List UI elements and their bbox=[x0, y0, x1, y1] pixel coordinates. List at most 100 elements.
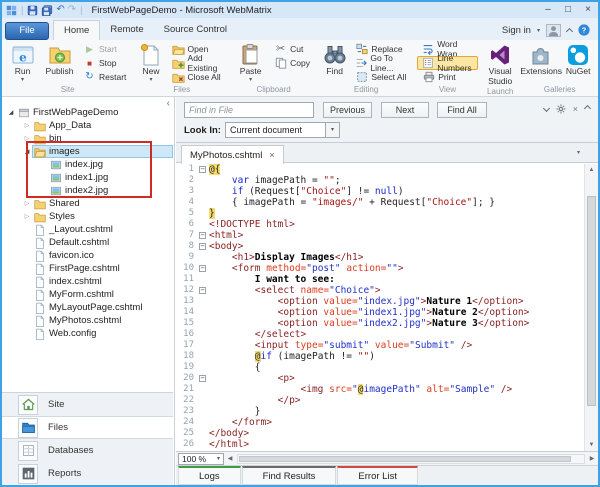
sign-in-dropdown-icon[interactable]: ▾ bbox=[537, 27, 540, 34]
tree-item-index-cshtml[interactable]: index.cshtml bbox=[2, 275, 173, 288]
close-all-button[interactable]: Close All bbox=[167, 70, 229, 84]
tree-item-firstpage-cshtml[interactable]: FirstPage.cshtml bbox=[2, 262, 173, 275]
fold-collapse-icon[interactable]: − bbox=[198, 373, 209, 384]
find-button[interactable]: Find bbox=[319, 41, 350, 77]
tree-item-myphotos-cshtml[interactable]: MyPhotos.cshtml bbox=[2, 314, 173, 327]
print-button[interactable]: Print bbox=[417, 70, 477, 84]
select-all-button[interactable]: Select All bbox=[350, 70, 413, 84]
maximize-button[interactable]: □ bbox=[558, 3, 578, 17]
line-numbers-button[interactable]: Line Numbers bbox=[417, 56, 477, 70]
horizontal-scrollbar[interactable] bbox=[237, 454, 585, 464]
save-icon[interactable] bbox=[27, 5, 38, 16]
previous-button[interactable]: Previous bbox=[323, 102, 372, 118]
panel-tab-logs[interactable]: Logs bbox=[178, 466, 241, 485]
tree-item-myform-cshtml[interactable]: MyForm.cshtml bbox=[2, 288, 173, 301]
tree-item-mylayoutpage-cshtml[interactable]: MyLayoutPage.cshtml bbox=[2, 301, 173, 314]
save-all-icon[interactable] bbox=[41, 5, 53, 16]
copy-button[interactable]: Copy bbox=[269, 56, 315, 70]
horizontal-scrollbar-thumb[interactable] bbox=[239, 456, 571, 462]
nuget-button[interactable]: NuGet bbox=[560, 41, 597, 77]
workspace-reports[interactable]: Reports bbox=[2, 462, 173, 485]
redo-icon[interactable]: ↷ bbox=[68, 5, 76, 15]
fold-collapse-icon[interactable]: − bbox=[198, 164, 209, 175]
publish-button[interactable]: Publish bbox=[41, 41, 78, 77]
workspace-databases[interactable]: Databases bbox=[2, 439, 173, 462]
close-find-bar-icon[interactable]: × bbox=[573, 104, 578, 114]
new-button[interactable]: New▾ bbox=[135, 41, 166, 84]
tree-item-index-jpg[interactable]: index.jpg bbox=[2, 158, 173, 171]
user-avatar[interactable] bbox=[546, 24, 561, 37]
ribbon-tab-source-control[interactable]: Source Control bbox=[154, 20, 237, 40]
help-icon[interactable]: ? bbox=[578, 24, 590, 36]
expander-closed-icon[interactable]: ▷ bbox=[22, 213, 32, 220]
scroll-down-icon[interactable]: ▼ bbox=[585, 439, 598, 451]
undo-icon[interactable]: ↶ bbox=[56, 5, 64, 15]
vertical-scrollbar[interactable]: ▲ ▼ bbox=[584, 164, 598, 451]
fold-minus-icon[interactable]: − bbox=[199, 375, 206, 382]
fold-minus-icon[interactable]: − bbox=[199, 287, 206, 294]
expander-open-icon[interactable]: ◢ bbox=[22, 148, 32, 155]
zoom-dropdown-icon[interactable]: ▾ bbox=[217, 455, 223, 462]
expander-closed-icon[interactable]: ▷ bbox=[22, 135, 32, 142]
workspace-files[interactable]: Files bbox=[2, 416, 173, 439]
ribbon-tab-home[interactable]: Home bbox=[53, 20, 100, 40]
tree-item-index1-jpg[interactable]: index1.jpg bbox=[2, 171, 173, 184]
ribbon-tab-remote[interactable]: Remote bbox=[100, 20, 153, 40]
scroll-up-icon[interactable]: ▲ bbox=[585, 164, 598, 176]
dropdown-icon[interactable]: ▾ bbox=[21, 77, 24, 84]
expander-open-icon[interactable]: ◢ bbox=[6, 109, 16, 116]
tree-item-firstwebpagedemo[interactable]: ◢FirstWebPageDemo bbox=[2, 106, 173, 119]
fold-minus-icon[interactable]: − bbox=[199, 265, 206, 272]
add-existing-button[interactable]: Add Existing bbox=[167, 56, 229, 70]
fold-minus-icon[interactable]: − bbox=[199, 166, 206, 173]
restart-button[interactable]: ↻Restart bbox=[78, 70, 131, 84]
look-in-select[interactable]: Current document ▾ bbox=[225, 122, 340, 138]
visual-studio-button[interactable]: Visual Studio bbox=[482, 41, 519, 87]
tree-item-favicon-ico[interactable]: favicon.ico bbox=[2, 249, 173, 262]
tree-item-styles[interactable]: ▷Styles bbox=[2, 210, 173, 223]
vertical-scrollbar-thumb[interactable] bbox=[587, 196, 596, 406]
look-in-dropdown-icon[interactable]: ▾ bbox=[325, 123, 339, 137]
expander-closed-icon[interactable]: ▷ bbox=[22, 122, 32, 129]
panel-tab-error-list[interactable]: Error List bbox=[337, 466, 418, 485]
dropdown-icon[interactable]: ▾ bbox=[149, 77, 152, 84]
minimize-button[interactable]: – bbox=[538, 3, 558, 17]
find-options-chevron-icon[interactable] bbox=[543, 104, 550, 111]
dropdown-icon[interactable]: ▾ bbox=[249, 77, 252, 84]
find-input[interactable] bbox=[184, 102, 314, 118]
extensions-button[interactable]: Extensions bbox=[523, 41, 560, 77]
file-menu-button[interactable]: File bbox=[5, 22, 49, 40]
find-settings-gear-icon[interactable] bbox=[556, 104, 566, 114]
tree-item-index2-jpg[interactable]: index2.jpg bbox=[2, 184, 173, 197]
code-editor[interactable]: 1−@{2 var imagePath = "";3 if (Request["… bbox=[176, 164, 584, 451]
tree-item-default-cshtml[interactable]: Default.cshtml bbox=[2, 236, 173, 249]
panel-tab-find-results[interactable]: Find Results bbox=[242, 466, 337, 485]
tree-item-web-config[interactable]: Web.config bbox=[2, 327, 173, 340]
fold-minus-icon[interactable]: − bbox=[199, 243, 206, 250]
start-button[interactable]: ▶Start bbox=[78, 42, 131, 56]
scroll-right-icon[interactable]: ▶ bbox=[586, 455, 598, 462]
editor-tab-myphotos[interactable]: MyPhotos.cshtml × bbox=[181, 145, 284, 164]
tree-item-images[interactable]: ◢images bbox=[2, 145, 173, 158]
workspace-site[interactable]: Site bbox=[2, 393, 173, 416]
expander-closed-icon[interactable]: ▷ bbox=[22, 200, 32, 207]
tab-list-dropdown-icon[interactable]: ▾ bbox=[577, 149, 580, 156]
fold-collapse-icon[interactable]: − bbox=[198, 241, 209, 252]
fold-collapse-icon[interactable]: − bbox=[198, 285, 209, 296]
stop-button[interactable]: ■Stop bbox=[78, 56, 131, 70]
zoom-select[interactable]: 100 % ▾ bbox=[178, 453, 224, 465]
collapse-ribbon-icon[interactable] bbox=[566, 27, 573, 34]
run-button[interactable]: eRun▾ bbox=[4, 41, 41, 84]
fold-collapse-icon[interactable]: − bbox=[198, 230, 209, 241]
paste-button[interactable]: Paste▾ bbox=[232, 41, 269, 84]
find-all-button[interactable]: Find All bbox=[437, 102, 487, 118]
sign-in-button[interactable]: Sign in bbox=[502, 25, 531, 36]
cut-button[interactable]: ✂Cut bbox=[269, 42, 315, 56]
fold-collapse-icon[interactable]: − bbox=[198, 263, 209, 274]
tree-item-shared[interactable]: ▷Shared bbox=[2, 197, 173, 210]
close-tab-icon[interactable]: × bbox=[269, 150, 274, 160]
scroll-left-icon[interactable]: ◀ bbox=[224, 455, 236, 462]
tree-item-layout-cshtml[interactable]: _Layout.cshtml bbox=[2, 223, 173, 236]
go-to-line-button[interactable]: Go To Line... bbox=[350, 56, 413, 70]
tree-item-bin[interactable]: ▷bin bbox=[2, 132, 173, 145]
